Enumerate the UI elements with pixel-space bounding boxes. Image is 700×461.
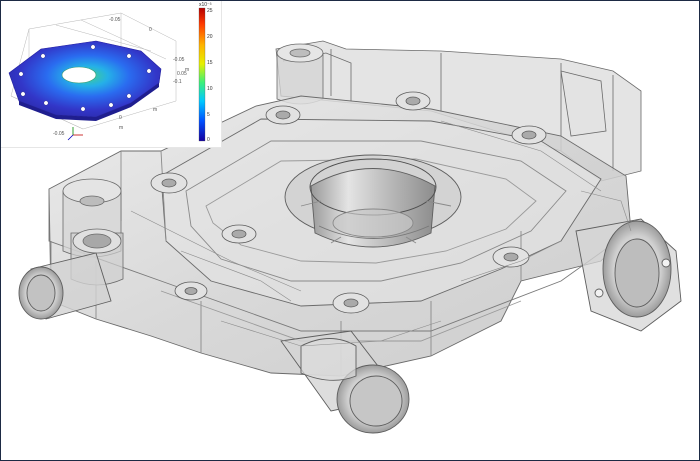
inset-tick-bottom-left: -0.05 — [53, 131, 65, 137]
colorbar-tick-3: 15 — [207, 60, 213, 66]
inset-tick-top-right: 0 — [149, 27, 152, 33]
inset-tick-left-unit: m — [153, 107, 157, 113]
inset-axis-value-right: -0.1 — [173, 79, 182, 85]
inset-tick-bottom-unit: m — [119, 125, 123, 131]
graphics-window[interactable]: -0.05 0 -0.05 0.05 m -0.1 0 m -0.05 m x1… — [0, 0, 700, 461]
inset-tick-bottom-right: 0 — [119, 115, 122, 121]
rear-boss — [276, 43, 324, 105]
inset-result-plot[interactable]: -0.05 0 -0.05 0.05 m -0.1 0 m -0.05 m x1… — [1, 1, 222, 148]
colorbar-tick-2: 20 — [207, 34, 213, 40]
inset-tick-right-upper: -0.05 — [173, 57, 185, 63]
colorbar: x10⁻³ 25 20 15 10 5 0 — [198, 2, 213, 143]
colorbar-tick-4: 10 — [207, 86, 213, 92]
inset-plate — [8, 40, 162, 121]
right-port — [575, 218, 682, 332]
inset-plot-canvas: -0.05 0 -0.05 0.05 m -0.1 0 m -0.05 m x1… — [8, 2, 213, 143]
colorbar-tick-1: 25 — [207, 8, 213, 14]
inset-tick-right-unit: m — [185, 67, 189, 73]
colorbar-tick-6: 0 — [207, 137, 210, 143]
colorbar-tick-5: 5 — [207, 112, 210, 118]
axis-triad-icon — [67, 127, 83, 141]
inset-tick-top-left: -0.05 — [109, 17, 121, 23]
